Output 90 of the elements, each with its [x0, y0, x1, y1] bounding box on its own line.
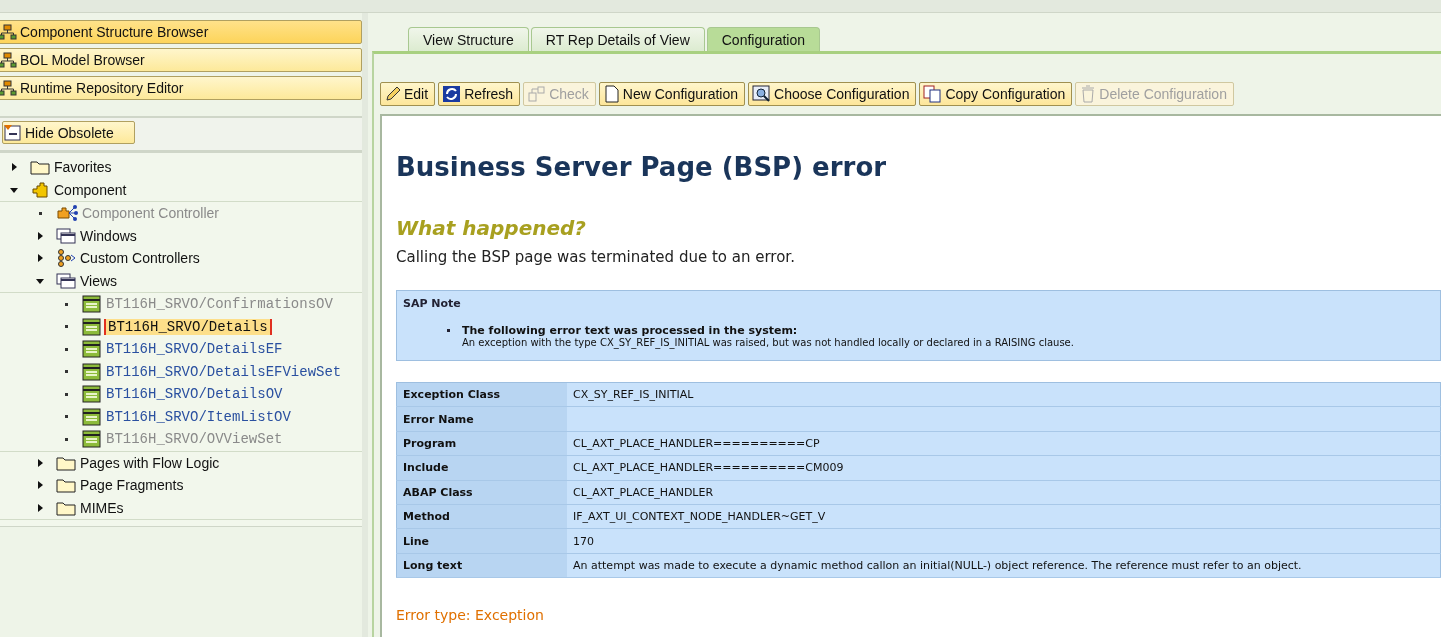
- window-icon: [56, 272, 76, 289]
- bullet-icon: [65, 347, 68, 351]
- tree-item[interactable]: BT116H_SRVO/DetailsOV: [104, 386, 285, 403]
- bullet-icon: [65, 325, 68, 329]
- toolbar-button[interactable]: Choose Configuration: [748, 82, 917, 106]
- expand-arrow-icon[interactable]: [10, 163, 18, 172]
- tree-item[interactable]: BT116H_SRVO/ItemListOV: [104, 408, 293, 425]
- copy-icon: [923, 85, 944, 103]
- folder-icon: [56, 454, 76, 471]
- toolbar-button[interactable]: Refresh: [438, 82, 521, 106]
- tree-item[interactable]: BT116H_SRVO/DetailsEF: [104, 341, 285, 358]
- detail-label: Error Name: [396, 406, 567, 432]
- tree-item[interactable]: BT116H_SRVO/Details: [104, 318, 272, 335]
- view-icon: [82, 430, 102, 449]
- bullet-icon: [65, 370, 68, 374]
- expand-arrow-icon[interactable]: [36, 503, 44, 512]
- expand-arrow-icon[interactable]: [36, 481, 44, 490]
- tree-item[interactable]: Favorites: [52, 159, 114, 176]
- pencil-icon: [384, 85, 402, 103]
- navigation-button[interactable]: BOL Model Browser: [0, 48, 362, 72]
- detail-value: CL_AXT_PLACE_HANDLER==========CP: [567, 431, 1441, 456]
- error-title: Business Server Page (BSP) error: [396, 152, 888, 182]
- hide-obsolete-button[interactable]: Hide Obsolete: [2, 121, 135, 144]
- folder-icon: [56, 477, 76, 494]
- detail-label: Include: [396, 455, 567, 481]
- tab[interactable]: RT Rep Details of View: [530, 27, 705, 51]
- tree-item[interactable]: Custom Controllers: [78, 250, 202, 267]
- view-icon: [82, 362, 102, 381]
- detail-label: Method: [396, 504, 567, 529]
- tree-item[interactable]: BT116H_SRVO/DetailsEFViewSet: [104, 363, 344, 380]
- note-text: An exception with the type CX_SY_REF_IS_INITIAL was raised, but was not handled locally or declared in a RAISING clause.: [462, 337, 1074, 348]
- bullet-icon: [65, 392, 68, 396]
- detail-label: Line: [396, 528, 567, 554]
- navigation-button[interactable]: Component Structure Browser: [0, 20, 362, 44]
- bullet-icon: [65, 437, 68, 441]
- tree-item[interactable]: Pages with Flow Logic: [78, 454, 222, 471]
- note-title: SAP Note: [403, 297, 462, 310]
- detail-value: CL_AXT_PLACE_HANDLER: [567, 480, 1441, 505]
- refresh-icon: [442, 85, 463, 103]
- detail-label: Long text: [396, 553, 567, 578]
- detail-value: An attempt was made to execute a dynamic method callon an initial(NULL-) object reference. The reference must refer to an object.: [567, 553, 1441, 578]
- section-heading: What happened?: [396, 216, 587, 240]
- tree-item[interactable]: Component: [52, 181, 129, 198]
- document-icon: [602, 85, 621, 103]
- controller-icon: [56, 204, 78, 223]
- detail-label: ABAP Class: [396, 480, 567, 505]
- navigation-button[interactable]: Runtime Repository Editor: [0, 76, 362, 100]
- detail-value: 170: [567, 528, 1441, 554]
- search-icon: [752, 85, 772, 103]
- tab[interactable]: Configuration: [706, 27, 821, 51]
- hierarchy-icon: [0, 52, 18, 68]
- view-icon: [82, 295, 102, 314]
- expand-arrow-icon[interactable]: [36, 254, 44, 263]
- tab[interactable]: View Structure: [408, 27, 529, 51]
- tree-item[interactable]: MIMEs: [78, 499, 126, 516]
- collapse-arrow-icon[interactable]: [10, 185, 18, 194]
- bullet-icon: [39, 211, 42, 215]
- bullet-icon: [65, 415, 68, 419]
- expand-arrow-icon[interactable]: [36, 458, 44, 467]
- tree-item[interactable]: Windows: [78, 227, 139, 244]
- view-icon: [82, 385, 102, 404]
- note-heading: The following error text was processed in the system:: [462, 324, 799, 337]
- collapse-arrow-icon[interactable]: [36, 276, 44, 285]
- toolbar-button[interactable]: Copy Configuration: [919, 82, 1073, 106]
- detail-label: Exception Class: [396, 382, 567, 407]
- bullet-icon: [447, 329, 450, 332]
- detail-value: IF_AXT_UI_CONTEXT_NODE_HANDLER~GET_V: [567, 504, 1441, 529]
- bullet-icon: [65, 302, 68, 306]
- filter-list-icon: [3, 123, 23, 142]
- view-icon: [82, 407, 102, 426]
- toolbar-button[interactable]: New Configuration: [598, 82, 745, 106]
- toolbar-button[interactable]: Edit: [380, 82, 436, 106]
- detail-value: CX_SY_REF_IS_INITIAL: [567, 382, 1441, 407]
- tree-item[interactable]: Views: [78, 272, 120, 289]
- hierarchy-icon: [0, 24, 18, 40]
- error-message: Calling the BSP page was terminated due to an error.: [396, 248, 796, 266]
- view-icon: [82, 340, 102, 359]
- tree-item[interactable]: Page Fragments: [78, 477, 186, 494]
- window-icon: [56, 227, 76, 244]
- detail-label: Program: [396, 431, 567, 456]
- folder-icon: [30, 159, 50, 176]
- view-icon: [82, 317, 102, 336]
- expand-arrow-icon[interactable]: [36, 231, 44, 240]
- hierarchy-icon: [0, 80, 18, 96]
- nodes-icon: [56, 249, 76, 268]
- folder-icon: [56, 499, 76, 516]
- error-type: Error type: Exception: [396, 607, 545, 624]
- puzzle-icon: [30, 181, 50, 198]
- check-icon: [527, 85, 548, 103]
- detail-value: CL_AXT_PLACE_HANDLER==========CM009: [567, 455, 1441, 481]
